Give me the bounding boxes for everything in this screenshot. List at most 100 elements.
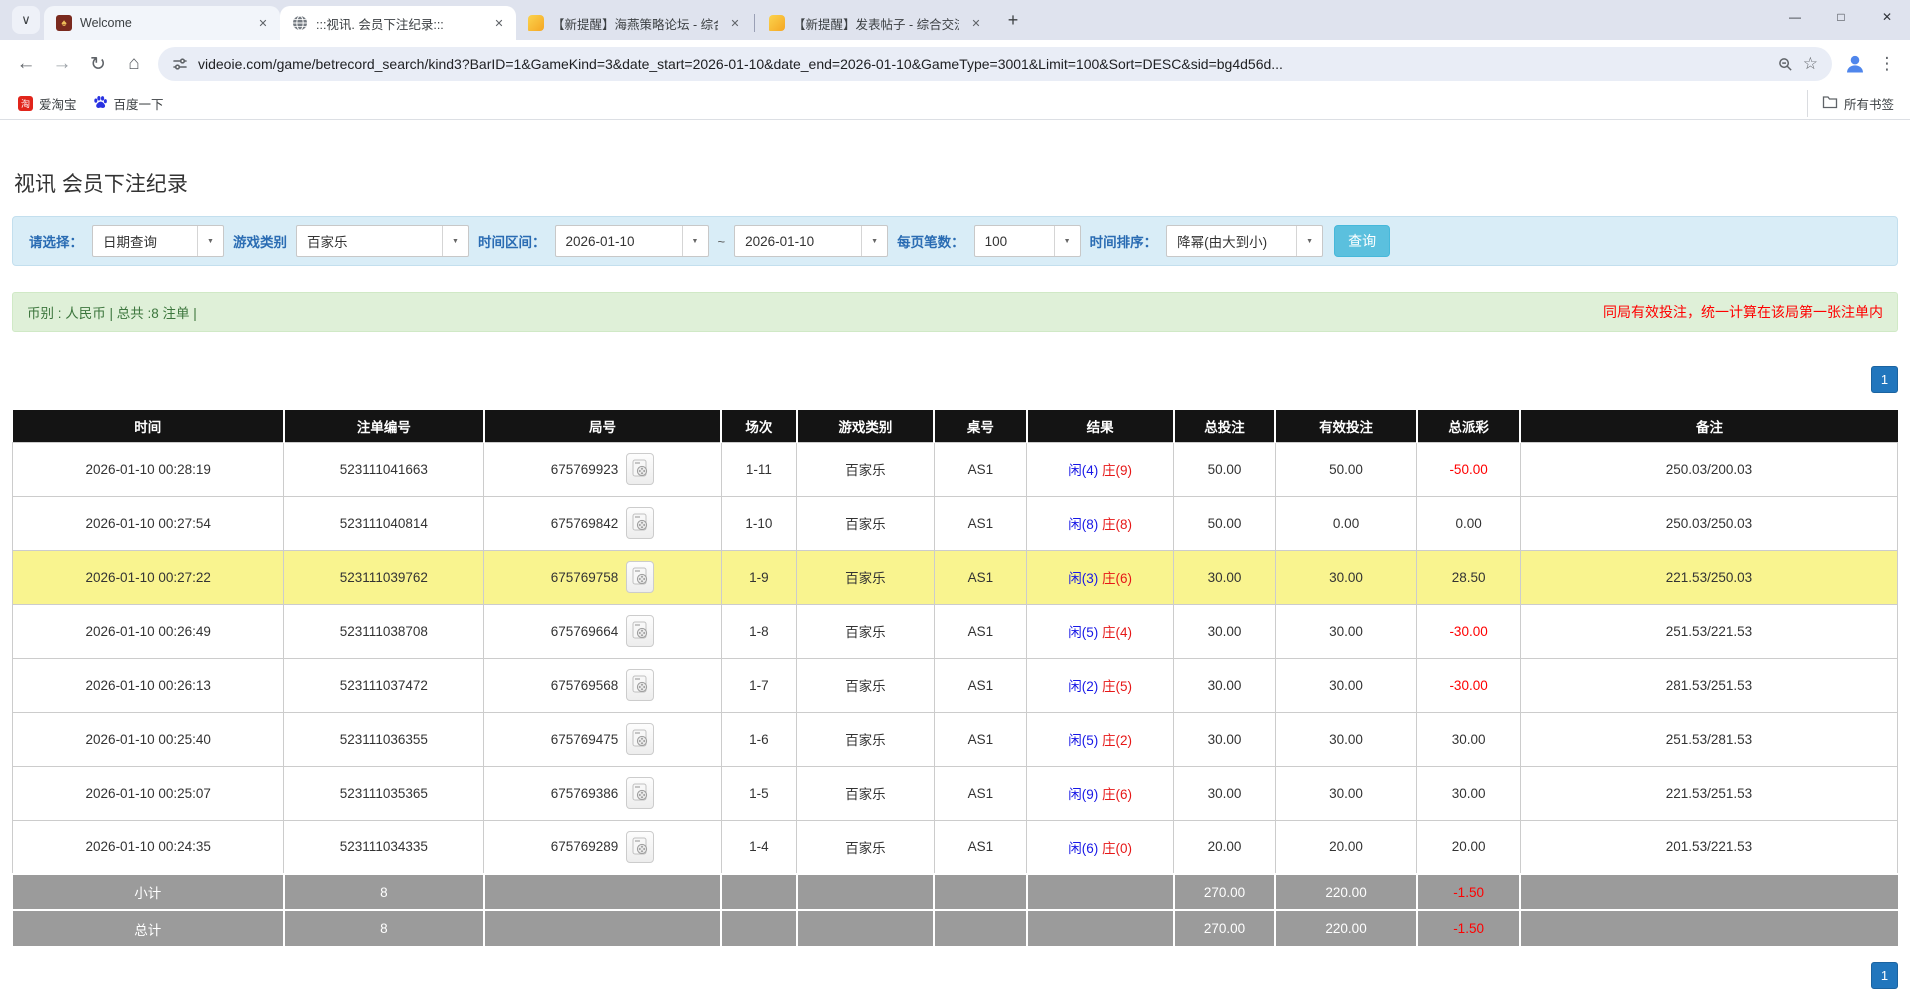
query-type-select[interactable]: 日期查询 ▼: [92, 225, 224, 257]
total-payout: -1.50: [1417, 910, 1521, 946]
result-banker: 庄(8): [1102, 517, 1132, 532]
tab-close-icon[interactable]: ✕: [726, 14, 744, 32]
date-end-select[interactable]: 2026-01-10 ▼: [734, 225, 888, 257]
result-banker: 庄(9): [1102, 463, 1132, 478]
video-replay-button[interactable]: [626, 561, 654, 593]
result-player: 闲(9): [1068, 787, 1098, 802]
page-1-button[interactable]: 1: [1871, 962, 1898, 989]
browser-toolbar: ← → ↻ ⌂ videoie.com/game/betrecord_searc…: [0, 40, 1910, 88]
baidu-paw-icon: [93, 95, 108, 113]
video-replay-button[interactable]: [626, 723, 654, 755]
maximize-button[interactable]: □: [1818, 0, 1864, 34]
page-title: 视讯 会员下注纪录: [12, 120, 1898, 216]
minimize-button[interactable]: —: [1772, 0, 1818, 34]
close-window-button[interactable]: ✕: [1864, 0, 1910, 34]
result-player: 闲(3): [1068, 571, 1098, 586]
header-table-no: 桌号: [934, 410, 1026, 442]
header-remark: 备注: [1520, 410, 1897, 442]
reload-button[interactable]: ↻: [80, 46, 116, 82]
cell-result: 闲(6) 庄(0): [1027, 820, 1174, 874]
browser-tab-welcome[interactable]: ♠ Welcome ✕: [44, 6, 280, 40]
header-total-bet: 总投注: [1174, 410, 1276, 442]
result-player: 闲(8): [1068, 517, 1098, 532]
result-player: 闲(4): [1068, 463, 1098, 478]
cell-total-bet: 30.00: [1174, 766, 1276, 820]
cell-payout: -50.00: [1417, 442, 1521, 496]
cell-table-no: AS1: [934, 820, 1026, 874]
video-replay-button[interactable]: [626, 507, 654, 539]
cell-total-bet: 50.00: [1174, 496, 1276, 550]
per-page-select[interactable]: 100 ▼: [974, 225, 1081, 257]
header-round: 局号: [484, 410, 722, 442]
cell-game-type: 百家乐: [797, 712, 935, 766]
tab-close-icon[interactable]: ✕: [490, 14, 508, 32]
new-tab-button[interactable]: +: [999, 6, 1027, 34]
site-info-icon[interactable]: [172, 56, 188, 72]
profile-avatar[interactable]: [1838, 47, 1872, 81]
back-button[interactable]: ←: [8, 46, 44, 82]
cell-valid-bet: 30.00: [1275, 550, 1416, 604]
video-replay-button[interactable]: [626, 831, 654, 863]
cell-round: 675769842: [484, 496, 722, 550]
all-bookmarks-label: 所有书签: [1844, 94, 1894, 113]
browser-tab-forum-1[interactable]: 【新提醒】海燕策略论坛 - 综合 ✕: [516, 6, 752, 40]
bet-table-body: 2026-01-10 00:28:19 523111041663 6757699…: [13, 442, 1898, 874]
cell-valid-bet: 30.00: [1275, 712, 1416, 766]
zoom-icon[interactable]: [1778, 57, 1793, 72]
tab-title: 【新提醒】海燕策略论坛 - 综合: [552, 14, 718, 33]
game-type-select[interactable]: 百家乐 ▼: [296, 225, 469, 257]
header-game-type: 游戏类别: [797, 410, 935, 442]
table-row: 2026-01-10 00:27:54 523111040814 6757698…: [13, 496, 1898, 550]
table-row: 2026-01-10 00:24:35 523111034335 6757692…: [13, 820, 1898, 874]
cell-bet-id: 523111036355: [284, 712, 484, 766]
bookmark-aitaobao[interactable]: 淘 爱淘宝: [10, 90, 85, 117]
round-id: 675769923: [551, 462, 619, 477]
page-1-button[interactable]: 1: [1871, 366, 1898, 393]
cell-round: 675769386: [484, 766, 722, 820]
summary-info-bar: 币别 : 人民币 | 总共 :8 注单 | 同局有效投注，统一计算在该局第一张注…: [12, 292, 1898, 332]
search-button[interactable]: 查询: [1334, 225, 1390, 257]
cell-result: 闲(5) 庄(2): [1027, 712, 1174, 766]
bookmark-star-icon[interactable]: ☆: [1803, 54, 1818, 74]
video-replay-button[interactable]: [626, 777, 654, 809]
video-replay-button[interactable]: [626, 669, 654, 701]
date-start-select[interactable]: 2026-01-10 ▼: [555, 225, 709, 257]
browser-tab-forum-2[interactable]: 【新提醒】发表帖子 - 综合交流 ✕: [757, 6, 993, 40]
cell-table-no: AS1: [934, 604, 1026, 658]
cell-valid-bet: 30.00: [1275, 658, 1416, 712]
round-id: 675769664: [551, 624, 619, 639]
cell-session: 1-8: [721, 604, 796, 658]
tab-search-button[interactable]: ∨: [12, 6, 40, 34]
all-bookmarks-button[interactable]: 所有书签: [1807, 90, 1900, 117]
filter-panel: 请选择： 日期查询 ▼ 游戏类别 百家乐 ▼ 时间区间： 2026-01-10 …: [12, 216, 1898, 266]
tab-title: :::视讯. 会员下注纪录:::: [316, 14, 482, 33]
bet-record-table: 时间 注单编号 局号 场次 游戏类别 桌号 结果 总投注 有效投注 总派彩 备注…: [12, 410, 1898, 946]
subtotal-total-bet: 270.00: [1174, 874, 1276, 910]
tab-close-icon[interactable]: ✕: [254, 14, 272, 32]
cell-round: 675769758: [484, 550, 722, 604]
cell-bet-id: 523111034335: [284, 820, 484, 874]
bookmark-label: 百度一下: [114, 94, 164, 113]
pagination-top: 1: [12, 366, 1898, 393]
cell-result: 闲(3) 庄(6): [1027, 550, 1174, 604]
video-replay-button[interactable]: [626, 453, 654, 485]
cell-total-bet: 50.00: [1174, 442, 1276, 496]
cell-time: 2026-01-10 00:24:35: [13, 820, 284, 874]
cell-table-no: AS1: [934, 442, 1026, 496]
table-row: 2026-01-10 00:25:40 523111036355 6757694…: [13, 712, 1898, 766]
url-bar[interactable]: videoie.com/game/betrecord_search/kind3?…: [158, 47, 1832, 81]
cell-session: 1-6: [721, 712, 796, 766]
bookmark-baidu[interactable]: 百度一下: [85, 90, 172, 117]
tab-close-icon[interactable]: ✕: [967, 14, 985, 32]
round-id: 675769758: [551, 570, 619, 585]
forward-button[interactable]: →: [44, 46, 80, 82]
browser-tab-betrecord[interactable]: :::视讯. 会员下注纪录::: ✕: [280, 6, 516, 40]
sort-select[interactable]: 降幂(由大到小) ▼: [1166, 225, 1323, 257]
cell-session: 1-4: [721, 820, 796, 874]
video-replay-button[interactable]: [626, 615, 654, 647]
browser-menu-icon[interactable]: ⋮: [1872, 47, 1902, 81]
result-banker: 庄(2): [1102, 733, 1132, 748]
cell-time: 2026-01-10 00:27:22: [13, 550, 284, 604]
globe-icon: [292, 15, 308, 31]
home-button[interactable]: ⌂: [116, 46, 152, 82]
